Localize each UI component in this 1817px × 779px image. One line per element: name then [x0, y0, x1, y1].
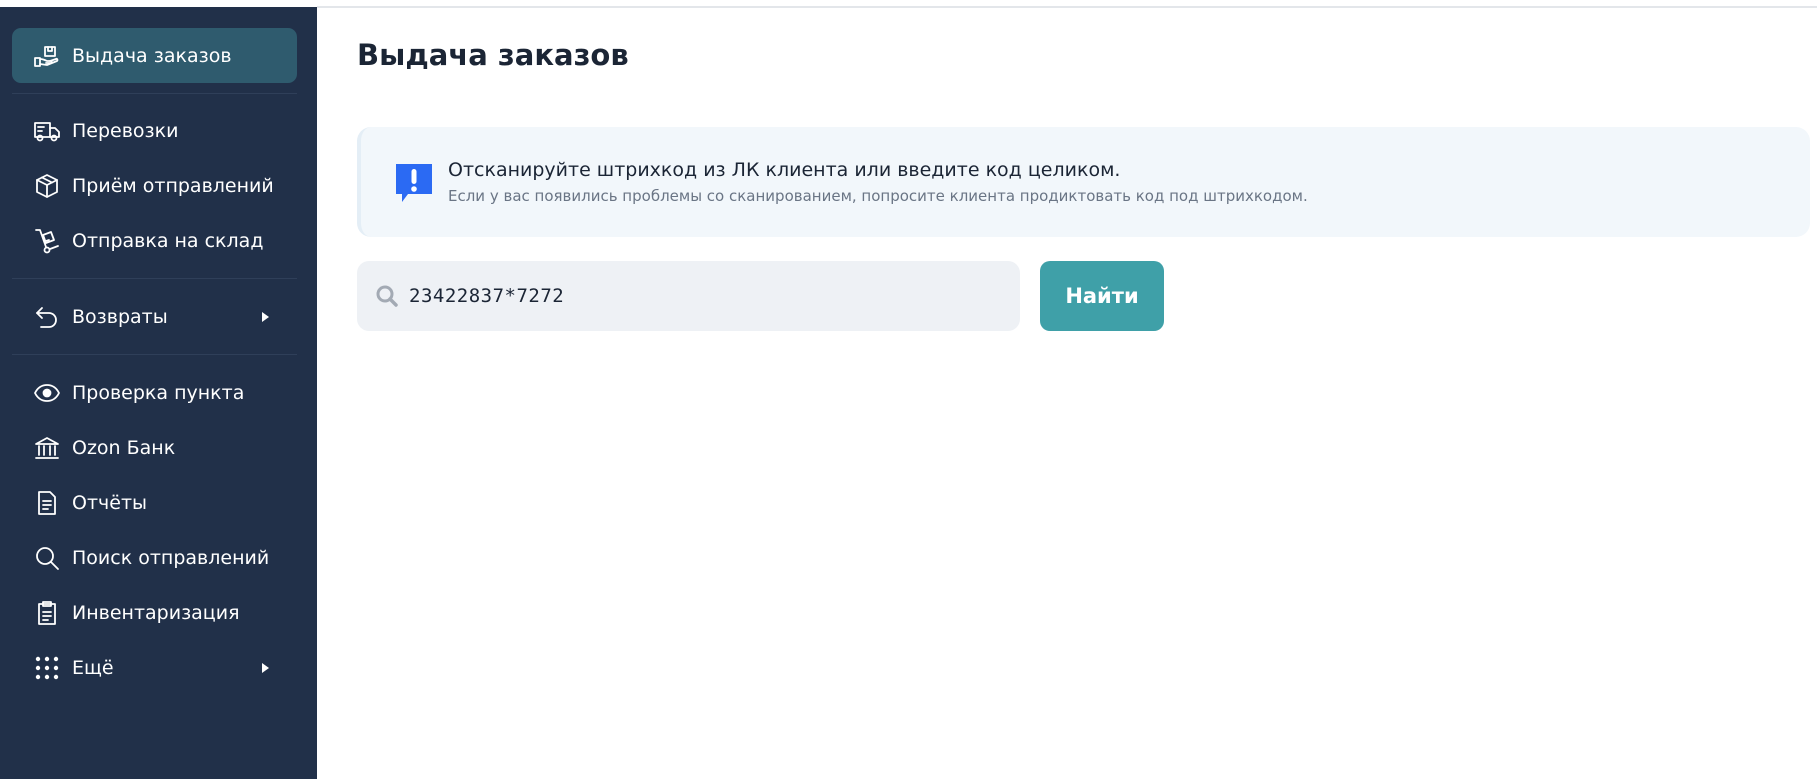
bank-icon — [32, 433, 62, 463]
box-hand-icon — [32, 41, 62, 71]
search-icon — [376, 285, 398, 307]
search-field[interactable] — [357, 261, 1020, 331]
sidebar-divider — [12, 278, 297, 279]
chevron-right-icon — [262, 662, 269, 673]
sidebar-item-label: Отправка на склад — [72, 229, 264, 252]
info-banner: Отсканируйте штрихкод из ЛК клиента или … — [357, 127, 1810, 237]
search-icon — [32, 543, 62, 573]
sidebar-item-receiving[interactable]: Приём отправлений — [12, 158, 297, 213]
return-icon — [32, 302, 62, 332]
sidebar-item-inventory[interactable]: Инвентаризация — [12, 585, 297, 640]
barcode-input[interactable] — [409, 285, 989, 307]
info-title: Отсканируйте штрихкод из ЛК клиента или … — [448, 159, 1121, 181]
sidebar-item-send-warehouse[interactable]: Отправка на склад — [12, 213, 297, 268]
sidebar-item-order-issue[interactable]: Выдача заказов — [12, 28, 297, 83]
exclamation-icon — [396, 164, 432, 202]
hand-truck-icon — [32, 226, 62, 256]
eye-icon — [32, 378, 62, 408]
sidebar-item-returns[interactable]: Возвраты — [12, 289, 297, 344]
sidebar-divider — [12, 354, 297, 355]
truck-icon — [32, 116, 62, 146]
sidebar-item-label: Ещё — [72, 656, 114, 679]
sidebar-item-reports[interactable]: Отчёты — [12, 475, 297, 530]
sidebar-item-transport[interactable]: Перевозки — [12, 103, 297, 158]
sidebar-item-label: Возвраты — [72, 305, 168, 328]
document-icon — [32, 488, 62, 518]
page-title: Выдача заказов — [357, 38, 629, 72]
sidebar-item-label: Проверка пункта — [72, 381, 245, 404]
find-button[interactable]: Найти — [1040, 261, 1164, 331]
info-subtitle: Если у вас появились проблемы со сканиро… — [448, 187, 1308, 205]
clipboard-icon — [32, 598, 62, 628]
chevron-right-icon — [262, 311, 269, 322]
sidebar-divider — [12, 93, 297, 94]
sidebar: Выдача заказов Перевозки Приём отправлен… — [0, 7, 317, 779]
sidebar-item-label: Приём отправлений — [72, 174, 274, 197]
sidebar-item-label: Инвентаризация — [72, 601, 240, 624]
sidebar-item-ozon-bank[interactable]: Ozon Банк — [12, 420, 297, 475]
sidebar-item-search-shipments[interactable]: Поиск отправлений — [12, 530, 297, 585]
sidebar-item-label: Ozon Банк — [72, 436, 176, 459]
sidebar-item-label: Отчёты — [72, 491, 148, 514]
sidebar-item-label: Выдача заказов — [72, 44, 232, 67]
sidebar-item-label: Поиск отправлений — [72, 546, 270, 569]
top-border — [317, 6, 1817, 8]
top-edge — [0, 0, 317, 7]
sidebar-item-more[interactable]: Ещё — [12, 640, 297, 695]
package-icon — [32, 171, 62, 201]
grid-dots-icon — [32, 653, 62, 683]
sidebar-item-point-check[interactable]: Проверка пункта — [12, 365, 297, 420]
sidebar-item-label: Перевозки — [72, 119, 179, 142]
